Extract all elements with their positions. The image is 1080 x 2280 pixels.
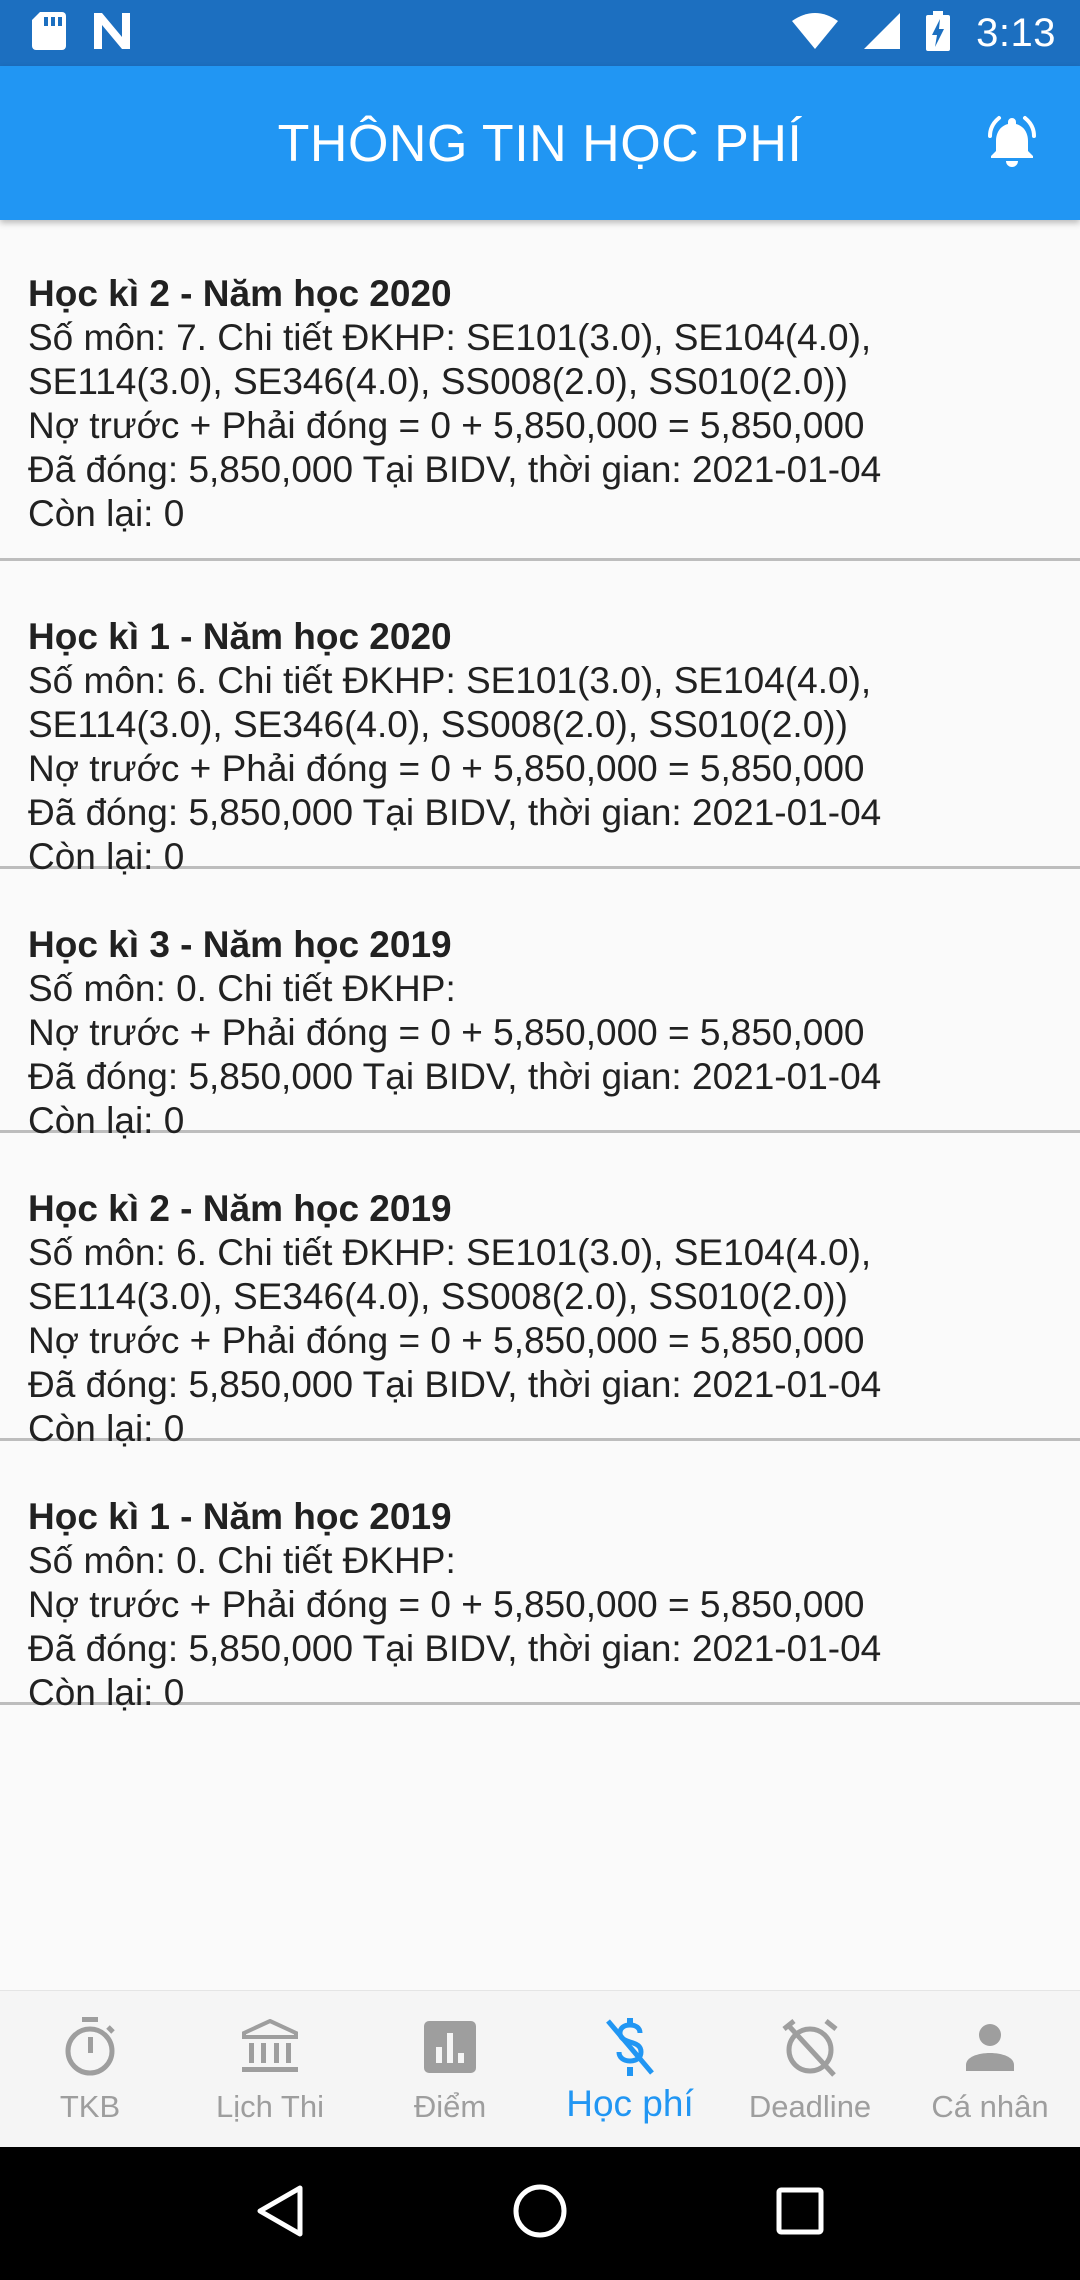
fee-item[interactable]: Học kì 2 - Năm học 2020 Số môn: 7. Chi t… [0, 220, 1080, 561]
fee-item[interactable]: Học kì 1 - Năm học 2019 Số môn: 0. Chi t… [0, 1441, 1080, 1713]
fee-detail-line: Đã đóng: 5,850,000 Tại BIDV, thời gian: … [28, 1056, 882, 1097]
wifi-icon [792, 12, 839, 54]
fee-detail-line: SE114(3.0), SE346(4.0), SS008(2.0), SS01… [28, 361, 848, 402]
notification-button[interactable] [980, 110, 1044, 174]
fee-item[interactable]: Học kì 1 - Năm học 2020 Số môn: 6. Chi t… [0, 561, 1080, 877]
recents-square-icon [776, 2187, 824, 2240]
nav-ca-nhan[interactable]: Cá nhân [900, 1991, 1080, 2147]
fee-detail-line: SE114(3.0), SE346(4.0), SS008(2.0), SS01… [28, 704, 848, 745]
back-button[interactable] [245, 2179, 315, 2249]
fee-detail-line: Nợ trước + Phải đóng = 0 + 5,850,000 = 5… [28, 1320, 865, 1361]
fee-detail-line: Số môn: 0. Chi tiết ĐKHP: [28, 968, 456, 1009]
nav-label: Điểm [413, 2089, 487, 2124]
fee-detail-line: Nợ trước + Phải đóng = 0 + 5,850,000 = 5… [28, 1012, 865, 1053]
back-triangle-icon [256, 2185, 304, 2242]
home-circle-icon [512, 2183, 568, 2244]
nav-lich-thi[interactable]: Lịch Thi [180, 1991, 360, 2147]
semester-title: Học kì 1 - Năm học 2020 [28, 616, 452, 657]
alarm-off-icon [780, 2017, 840, 2077]
nav-label: TKB [59, 2089, 121, 2124]
page-title: THÔNG TIN HỌC PHÍ [277, 115, 803, 173]
fee-detail-line: Nợ trước + Phải đóng = 0 + 5,850,000 = 5… [28, 405, 865, 446]
fee-detail-line: SE114(3.0), SE346(4.0), SS008(2.0), SS01… [28, 1276, 848, 1317]
fee-detail-line: Số môn: 0. Chi tiết ĐKHP: [28, 1540, 456, 1581]
nav-label: Deadline [748, 2089, 872, 2124]
nav-deadline[interactable]: Deadline [720, 1991, 900, 2147]
sd-card-icon [32, 11, 66, 55]
recents-button[interactable] [765, 2179, 835, 2249]
fee-detail-line: Số môn: 7. Chi tiết ĐKHP: SE101(3.0), SE… [28, 317, 872, 358]
semester-title: Học kì 2 - Năm học 2019 [28, 1188, 452, 1229]
semester-title: Học kì 2 - Năm học 2020 [28, 273, 452, 314]
bottom-navigation: TKB Lịch Thi Điểm Học phí Deadline Cá nh… [0, 1990, 1080, 2147]
nav-label: Cá nhân [931, 2089, 1049, 2124]
battery-charging-icon [926, 10, 951, 56]
semester-title: Học kì 1 - Năm học 2019 [28, 1496, 452, 1537]
app-bar: THÔNG TIN HỌC PHÍ [0, 66, 1080, 220]
home-button[interactable] [505, 2179, 575, 2249]
status-bar: 3:13 [0, 0, 1080, 66]
fee-list[interactable]: Học kì 2 - Năm học 2020 Số môn: 7. Chi t… [0, 220, 1080, 1713]
fee-detail-line: Đã đóng: 5,850,000 Tại BIDV, thời gian: … [28, 792, 882, 833]
person-icon [960, 2017, 1020, 2077]
fee-detail-line: Còn lại: 0 [28, 493, 185, 534]
fee-detail-line: Đã đóng: 5,850,000 Tại BIDV, thời gian: … [28, 449, 882, 490]
chart-icon [420, 2017, 480, 2077]
fee-detail-line: Đã đóng: 5,850,000 Tại BIDV, thời gian: … [28, 1364, 882, 1405]
fee-detail-line: Còn lại: 0 [28, 1672, 185, 1713]
fee-detail-line: Số môn: 6. Chi tiết ĐKHP: SE101(3.0), SE… [28, 1232, 872, 1273]
fee-item[interactable]: Học kì 3 - Năm học 2019 Số môn: 0. Chi t… [0, 869, 1080, 1141]
fee-detail-line: Nợ trước + Phải đóng = 0 + 5,850,000 = 5… [28, 748, 865, 789]
n-notification-icon [92, 12, 132, 54]
money-off-icon [600, 2017, 660, 2077]
nav-diem[interactable]: Điểm [360, 1991, 540, 2147]
fee-detail-line: Đã đóng: 5,850,000 Tại BIDV, thời gian: … [28, 1628, 882, 1669]
timer-icon [60, 2017, 120, 2077]
semester-title: Học kì 3 - Năm học 2019 [28, 924, 452, 965]
fee-item[interactable]: Học kì 2 - Năm học 2019 Số môn: 6. Chi t… [0, 1133, 1080, 1449]
clock: 3:13 [976, 10, 1056, 55]
nav-label: Lịch Thi [216, 2089, 324, 2124]
fee-detail-line: Số môn: 6. Chi tiết ĐKHP: SE101(3.0), SE… [28, 660, 872, 701]
signal-icon [864, 12, 901, 54]
nav-label: Học phí [566, 2083, 694, 2124]
fee-detail-line: Nợ trước + Phải đóng = 0 + 5,850,000 = 5… [28, 1584, 865, 1625]
nav-tkb[interactable]: TKB [0, 1991, 180, 2147]
bank-icon [240, 2017, 300, 2077]
bell-ring-icon [982, 110, 1042, 175]
system-navigation-bar [0, 2147, 1080, 2280]
nav-hoc-phi[interactable]: Học phí [540, 1991, 720, 2147]
